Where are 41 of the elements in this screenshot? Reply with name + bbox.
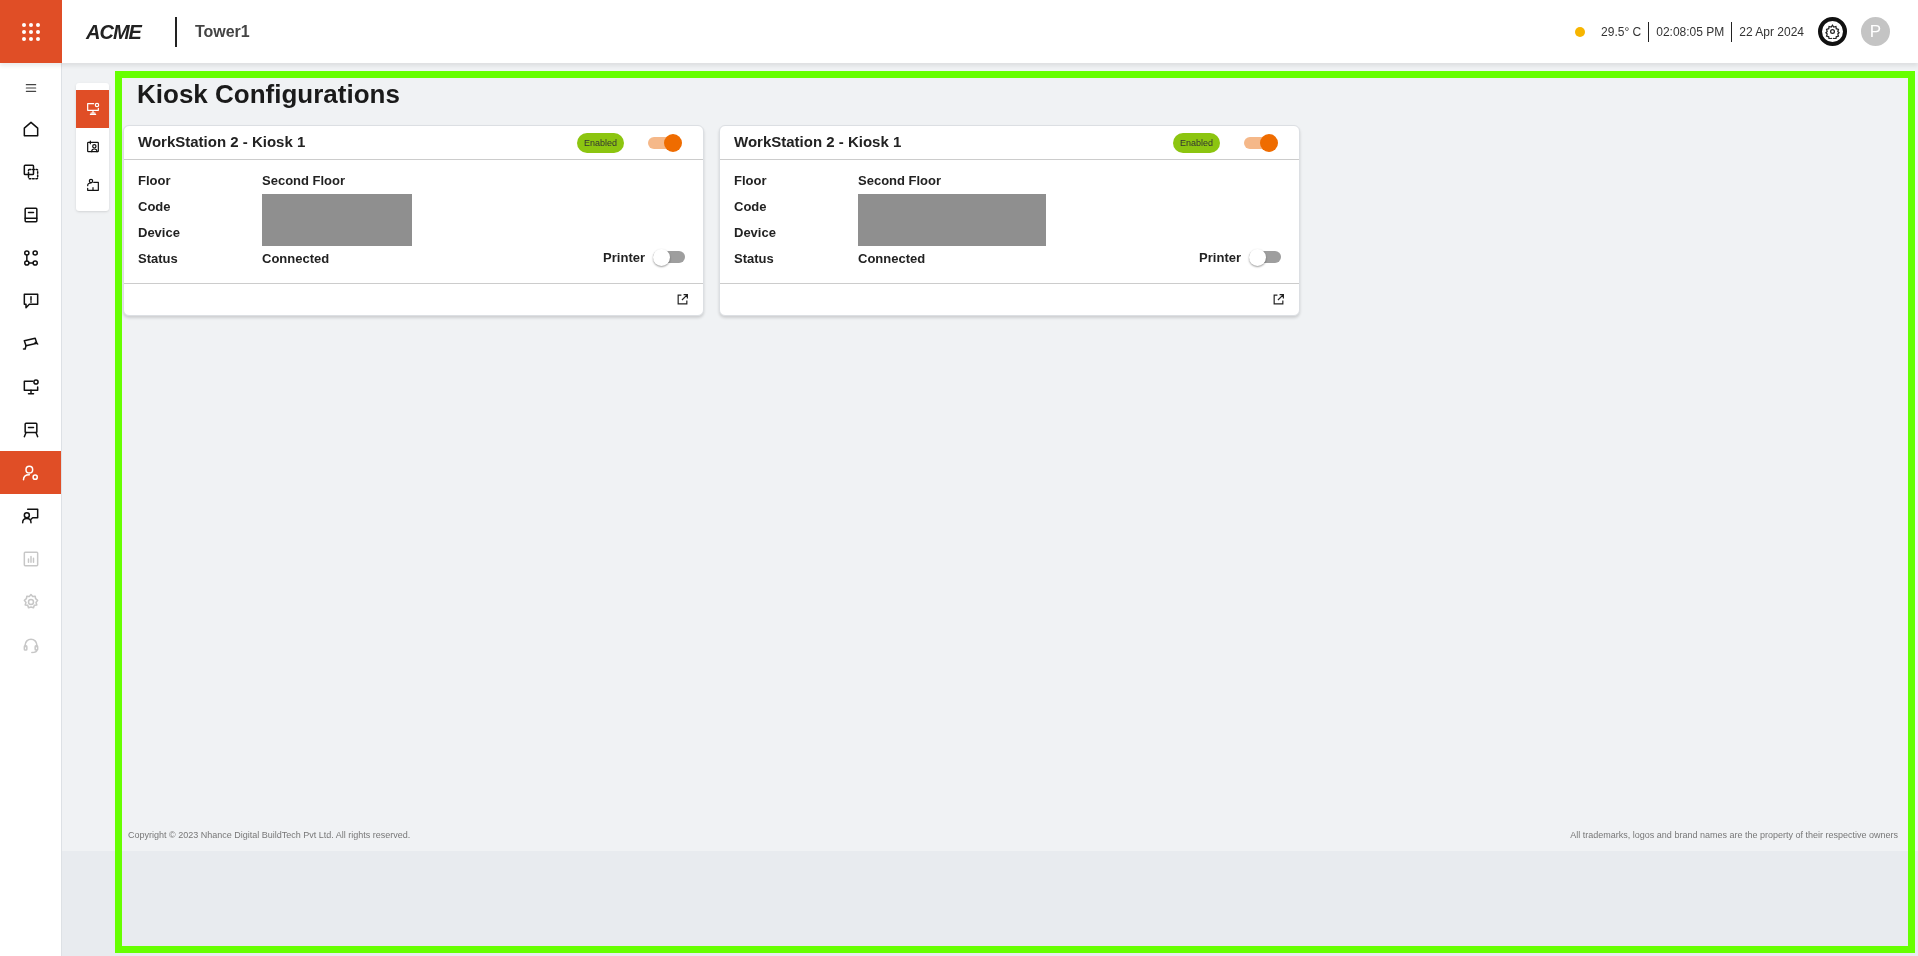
field-value: Connected <box>262 250 331 269</box>
settings-button[interactable] <box>1818 17 1847 46</box>
printer-label: Printer <box>1199 248 1241 267</box>
card-title: WorkStation 2 - Kiosk 1 <box>138 132 306 153</box>
status-badge: Enabled <box>1172 132 1220 153</box>
printer-toggle[interactable] <box>653 248 687 267</box>
field-label: Status <box>138 250 179 269</box>
printer-toggle[interactable] <box>1249 248 1283 267</box>
printer-label: Printer <box>603 248 645 267</box>
page-title: Kiosk Configurations <box>137 78 401 111</box>
user-card-icon <box>84 139 101 155</box>
kiosk-settings-icon <box>84 101 101 117</box>
field-label: Code <box>734 198 768 217</box>
date: 22 Apr 2024 <box>1739 23 1804 41</box>
copyright-text: Copyright © 2023 Nhance Digital BuildTech Pvt Ltd. All rights reserved. <box>128 829 411 843</box>
field-label: Floor <box>734 172 768 191</box>
apps-button[interactable] <box>0 0 62 63</box>
card-title: WorkStation 2 - Kiosk 1 <box>734 132 902 153</box>
settings-icon <box>1825 24 1840 39</box>
user-tray-icon <box>84 177 101 193</box>
field-value: Second Floor <box>858 172 943 191</box>
trademark-text: All trademarks, logos and brand names are the property of their respective owners <box>1570 829 1898 843</box>
clock-time: 02:08:05 PM <box>1656 23 1725 41</box>
open-external-icon[interactable] <box>676 293 689 306</box>
field-label: Floor <box>138 172 172 191</box>
field-label: Device <box>138 224 181 243</box>
brand-logo: ACME <box>86 19 141 45</box>
site-name: Tower1 <box>194 21 250 42</box>
field-label: Status <box>734 250 775 269</box>
field-value: Connected <box>858 250 927 269</box>
sun-icon <box>1575 26 1586 37</box>
open-external-icon[interactable] <box>1272 293 1285 306</box>
enable-toggle[interactable] <box>1244 132 1278 153</box>
status-badge: Enabled <box>576 132 624 153</box>
user-avatar[interactable]: P <box>1861 17 1890 46</box>
temperature: 29.5° C <box>1601 23 1642 41</box>
grid-icon <box>21 21 41 42</box>
field-label: Code <box>138 198 172 217</box>
enable-toggle[interactable] <box>648 132 682 153</box>
field-label: Device <box>734 224 777 243</box>
field-value: Second Floor <box>262 172 347 191</box>
